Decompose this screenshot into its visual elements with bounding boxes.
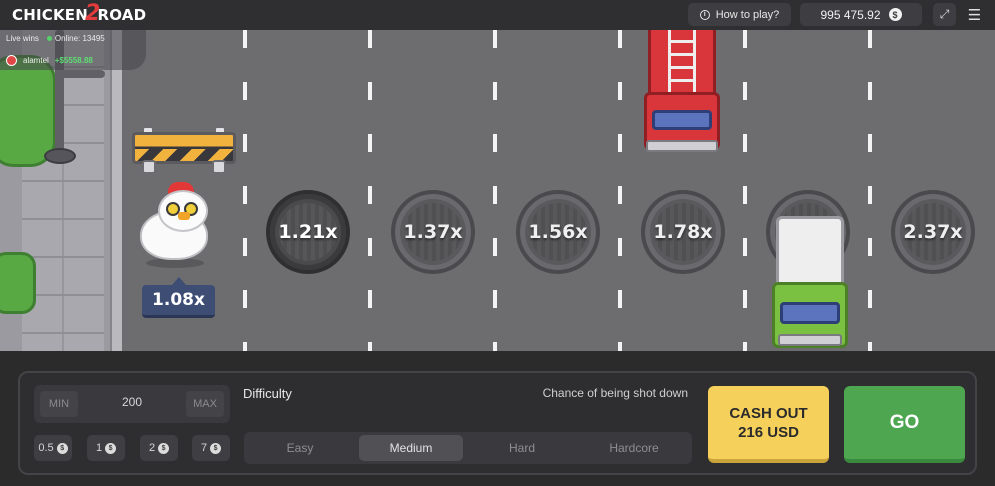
difficulty-hardcore[interactable]: Hardcore — [582, 435, 686, 461]
game-logo: CHICKEN 2 ROAD — [12, 0, 147, 27]
lane-divider — [743, 30, 747, 351]
truck-bumper — [778, 334, 842, 346]
manhole-step-2[interactable]: 1.37x — [391, 190, 475, 274]
info-icon: i — [699, 9, 710, 20]
balance-value: 995 475.92 — [820, 7, 881, 22]
go-button[interactable]: GO — [844, 386, 965, 463]
cash-out-label: CASH OUT — [729, 404, 808, 422]
lane-divider — [493, 30, 497, 351]
cash-out-amount: 216 USD — [738, 423, 799, 441]
barrier-leg — [142, 160, 156, 174]
step-multiplier: 1.56x — [528, 221, 588, 243]
live-header: Live wins Online: 13495 — [6, 34, 105, 43]
balance-display: 995 475.92 $ — [800, 3, 922, 26]
chicken-character — [138, 182, 214, 268]
manhole-step-6[interactable]: 2.37x — [891, 190, 975, 274]
hamburger-menu-icon: ☰ — [967, 6, 982, 24]
quick-bet-button[interactable]: 1 $ — [87, 435, 125, 461]
manhole-step-1[interactable]: 1.21x — [266, 190, 350, 274]
currency-icon: $ — [888, 8, 902, 21]
how-to-play-button[interactable]: i How to play? — [688, 3, 791, 26]
street-lamp-base — [44, 148, 76, 164]
logo-number: 2 — [84, 0, 101, 26]
difficulty-medium[interactable]: Medium — [359, 435, 463, 461]
lane-divider — [618, 30, 622, 351]
expand-icon: ⤢ — [939, 7, 950, 21]
fullscreen-button[interactable]: ⤢ — [933, 3, 956, 26]
online-label: Online: 13495 — [54, 34, 105, 43]
difficulty-hard[interactable]: Hard — [470, 435, 574, 461]
bet-amount-input[interactable]: MIN 200 MAX — [34, 385, 230, 423]
quick-bet-value: 1 — [95, 442, 103, 454]
manhole-step-3[interactable]: 1.56x — [516, 190, 600, 274]
game-screen: CHICKEN 2 ROAD i How to play? 995 475.92… — [0, 0, 995, 486]
logo-word-road: ROAD — [97, 6, 147, 24]
logo-word-chicken: CHICKEN — [12, 6, 88, 24]
bet-value[interactable]: 200 — [94, 395, 170, 409]
step-multiplier: 1.78x — [653, 221, 713, 243]
currency-icon: $ — [158, 442, 170, 454]
min-bet-button[interactable]: MIN — [40, 391, 78, 417]
quick-bet-button[interactable]: 7 $ — [192, 435, 230, 461]
currency-icon: $ — [105, 442, 117, 454]
difficulty-easy[interactable]: Easy — [248, 435, 352, 461]
truck-ladder — [668, 30, 696, 100]
current-multiplier-tag: 1.08x — [142, 277, 215, 318]
truck-cargo-box — [776, 216, 844, 290]
quick-bet-value: 0.5 — [38, 442, 54, 454]
bush-decoration-small — [0, 252, 36, 314]
live-wins-panel: Live wins Online: 13495 alamtel +$5558.8… — [0, 30, 146, 70]
quick-bet-value: 7 — [200, 442, 208, 454]
lane-divider — [868, 30, 872, 351]
win-amount: +$5558.88 — [54, 56, 93, 65]
online-count: Online: 13495 — [46, 34, 105, 43]
control-panel: MIN 200 MAX 0.5 $ 1 $ 2 $ 7 $ Difficulty Cha… — [18, 371, 977, 475]
manhole-step-4[interactable]: 1.78x — [641, 190, 725, 274]
quick-bet-button[interactable]: 2 $ — [140, 435, 178, 461]
truck-windshield — [780, 302, 840, 324]
live-win-entry: alamtel +$5558.88 — [6, 55, 93, 66]
truck-windshield — [652, 110, 712, 130]
step-multiplier: 2.37x — [903, 221, 963, 243]
road-barrier — [132, 126, 236, 174]
lane-divider — [243, 30, 247, 351]
chance-label: Chance of being shot down — [542, 386, 688, 400]
chicken-beak — [178, 212, 190, 220]
quick-bet-button[interactable]: 0.5 $ — [34, 435, 72, 461]
step-multiplier: 1.37x — [403, 221, 463, 243]
barrier-leg — [212, 160, 226, 174]
curb — [110, 30, 122, 351]
live-wins-label: Live wins — [6, 34, 39, 43]
currency-icon: $ — [210, 442, 222, 454]
lane-divider — [368, 30, 372, 351]
sidewalk — [0, 30, 122, 351]
delivery-truck — [772, 216, 848, 351]
how-to-play-label: How to play? — [715, 8, 780, 21]
max-bet-button[interactable]: MAX — [186, 391, 224, 417]
menu-button[interactable]: ☰ — [963, 3, 986, 26]
winner-name: alamtel — [23, 56, 49, 65]
online-dot-icon — [46, 36, 52, 41]
currency-icon: $ — [56, 442, 68, 454]
step-multiplier: 1.21x — [278, 221, 338, 243]
top-bar: CHICKEN 2 ROAD i How to play? 995 475.92… — [0, 0, 995, 30]
quick-bet-value: 2 — [148, 442, 156, 454]
avatar — [6, 55, 17, 66]
fire-truck — [642, 30, 722, 154]
road-game-area: 1.21x 1.37x 1.56x 1.78x 2.37x 1.08x Live… — [0, 30, 995, 351]
truck-bumper — [646, 140, 718, 152]
difficulty-selector: Easy Medium Hard Hardcore — [244, 432, 692, 464]
difficulty-label: Difficulty — [243, 386, 292, 401]
cash-out-button[interactable]: CASH OUT 216 USD — [708, 386, 829, 463]
